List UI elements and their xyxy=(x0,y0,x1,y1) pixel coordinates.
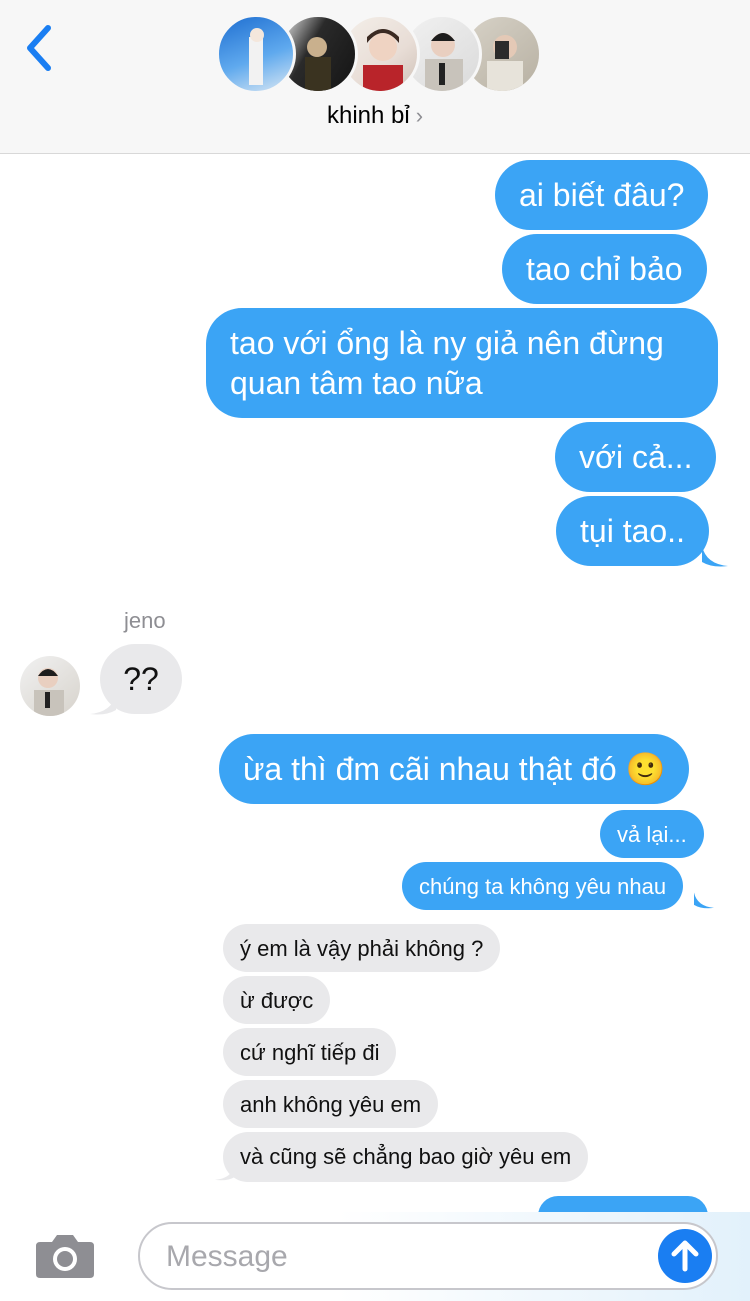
message-input-container xyxy=(138,1222,718,1290)
camera-icon xyxy=(36,1235,94,1278)
avatar xyxy=(216,14,296,94)
message-text: ai biết đâu? xyxy=(519,177,685,213)
message-text: ý em là vậy phải không ? xyxy=(240,936,484,961)
message-text: chúng ta không yêu nhau xyxy=(419,874,667,899)
bubble-tail xyxy=(90,694,116,715)
bubble-tail xyxy=(694,892,714,909)
message-text: cứ nghĩ tiếp đi xyxy=(240,1040,380,1065)
camera-button[interactable] xyxy=(34,1232,96,1280)
incoming-message[interactable]: ý em là vậy phải không ? xyxy=(223,924,501,972)
sender-name: jeno xyxy=(124,608,166,633)
outgoing-message[interactable]: ai biết đâu? xyxy=(495,160,709,230)
outgoing-message[interactable]: vả lại... xyxy=(600,810,704,858)
avatar[interactable] xyxy=(20,656,80,716)
back-button[interactable] xyxy=(22,24,56,72)
send-button[interactable] xyxy=(658,1229,712,1283)
message-text: ừa thì đm cãi nhau thật đó 🙂 xyxy=(243,751,666,787)
message-text: và cũng sẽ chẳng bao giờ yêu em xyxy=(240,1144,572,1169)
incoming-message[interactable]: cứ nghĩ tiếp đi xyxy=(223,1028,397,1076)
incoming-message[interactable]: ừ được xyxy=(223,976,331,1024)
conversation-title[interactable]: khinh bỉ › xyxy=(0,102,750,130)
outgoing-message[interactable]: với cả... xyxy=(555,422,717,492)
bubble-tail xyxy=(215,1164,235,1181)
message-text: ừ được xyxy=(240,988,314,1013)
conversation-header: khinh bỉ › xyxy=(0,0,750,154)
message-text: tụi tao.. xyxy=(580,513,685,549)
profile-photo xyxy=(34,668,64,716)
outgoing-message[interactable]: tao với ổng là ny giả nên đừng quan tâm … xyxy=(206,308,718,418)
chevron-left-icon xyxy=(27,25,51,71)
message-input[interactable] xyxy=(166,1236,646,1278)
group-avatars[interactable] xyxy=(216,14,542,96)
composer-bar xyxy=(0,1212,750,1301)
message-text: ?? xyxy=(123,661,159,697)
chevron-right-icon: › xyxy=(415,103,424,128)
outgoing-message[interactable]: ừa thì đm cãi nhau thật đó 🙂 xyxy=(219,734,690,804)
message-text: vả lại... xyxy=(617,822,687,847)
message-text: với cả... xyxy=(579,439,693,475)
incoming-message[interactable]: anh không yêu em xyxy=(223,1080,439,1128)
message-text: tao với ổng là ny giả nên đừng xyxy=(230,325,664,361)
outgoing-message[interactable]: chúng ta không yêu nhau xyxy=(402,862,684,910)
message-text: quan tâm tao nữa xyxy=(230,365,483,401)
incoming-message[interactable]: và cũng sẽ chẳng bao giờ yêu em xyxy=(223,1132,589,1182)
group-name: khinh bỉ xyxy=(326,102,410,129)
outgoing-message[interactable]: tụi tao.. xyxy=(556,496,709,566)
message-text: tao chỉ bảo xyxy=(526,251,683,287)
arrow-up-icon xyxy=(671,1240,699,1272)
outgoing-message[interactable]: tao chỉ bảo xyxy=(502,234,707,304)
bubble-tail xyxy=(702,546,728,567)
message-text: anh không yêu em xyxy=(240,1092,422,1117)
